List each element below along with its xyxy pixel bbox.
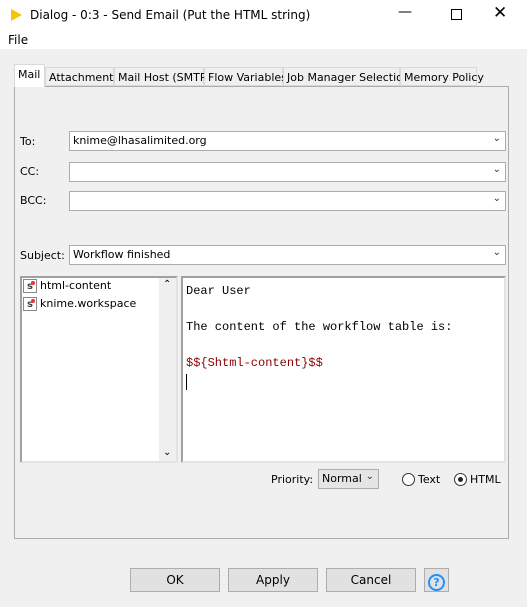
cancel-button[interactable]: Cancel (326, 568, 416, 592)
to-field[interactable]: knime@lhasalimited.org ⌄ (69, 131, 506, 151)
scrollbar[interactable]: ⌃ ⌄ (159, 278, 176, 461)
ok-button[interactable]: OK (130, 568, 220, 592)
body-line (186, 338, 501, 356)
bcc-field[interactable]: ⌄ (69, 191, 506, 211)
tab-attachments[interactable]: Attachments (45, 67, 119, 86)
priority-select[interactable]: Normal ⌄ (318, 469, 379, 489)
body-line (186, 302, 501, 320)
tab-job-manager[interactable]: Job Manager Selection (283, 67, 410, 86)
subject-label: Subject: (20, 249, 65, 262)
string-variable-icon: s (23, 279, 37, 293)
bcc-label: BCC: (20, 194, 47, 207)
chevron-down-icon: ⌄ (492, 133, 501, 144)
priority-value: Normal (322, 472, 362, 485)
chevron-down-icon: ⌄ (492, 164, 501, 175)
help-button[interactable]: ? (424, 568, 449, 592)
radio-text[interactable] (402, 473, 415, 486)
to-label: To: (20, 135, 36, 148)
chevron-down-icon: ⌄ (492, 193, 501, 204)
list-item[interactable]: s html-content (23, 279, 111, 293)
subject-value: Workflow finished (73, 248, 171, 261)
cc-field[interactable]: ⌄ (69, 162, 506, 182)
variable-label: knime.workspace (40, 297, 137, 310)
string-variable-icon: s (23, 297, 37, 311)
menu-file[interactable]: File (8, 33, 28, 47)
radio-html[interactable] (454, 473, 467, 486)
knime-warning-icon (11, 9, 22, 21)
tab-flow-variables[interactable]: Flow Variables (204, 67, 287, 86)
tab-memory-policy[interactable]: Memory Policy (400, 67, 484, 86)
priority-label: Priority: (271, 473, 314, 486)
apply-button[interactable]: Apply (228, 568, 318, 592)
minimize-button[interactable]: — (398, 4, 412, 20)
window-title: Dialog - 0:3 - Send Email (Put the HTML … (30, 8, 311, 22)
maximize-button[interactable] (451, 9, 462, 20)
help-icon: ? (428, 574, 445, 591)
variable-label: html-content (40, 279, 112, 292)
text-cursor (186, 374, 187, 390)
tab-mail-host[interactable]: Mail Host (SMTP) (114, 67, 211, 86)
close-button[interactable]: ✕ (493, 3, 507, 23)
cc-label: CC: (20, 165, 40, 178)
chevron-down-icon: ⌄ (492, 247, 501, 258)
menu-bar: File (0, 31, 527, 49)
body-line: The content of the workflow table is: (186, 320, 453, 334)
tab-mail[interactable]: Mail (14, 64, 45, 87)
body-line-variable: $${Shtml-content}$$ (186, 356, 323, 370)
list-item[interactable]: s knime.workspace (23, 297, 136, 311)
subject-field[interactable]: Workflow finished ⌄ (69, 245, 506, 265)
scroll-up-icon[interactable]: ⌃ (163, 279, 171, 290)
radio-html-label: HTML (470, 473, 501, 486)
title-bar: Dialog - 0:3 - Send Email (Put the HTML … (0, 0, 527, 31)
chevron-down-icon: ⌄ (365, 471, 374, 482)
variable-list[interactable]: s html-content s knime.workspace ⌃ ⌄ (20, 276, 178, 463)
radio-text-label: Text (418, 473, 441, 486)
to-value: knime@lhasalimited.org (73, 134, 207, 147)
body-line: Dear User (186, 284, 251, 298)
scroll-down-icon[interactable]: ⌄ (163, 447, 171, 458)
body-textarea[interactable]: Dear User The content of the workflow ta… (181, 276, 506, 463)
